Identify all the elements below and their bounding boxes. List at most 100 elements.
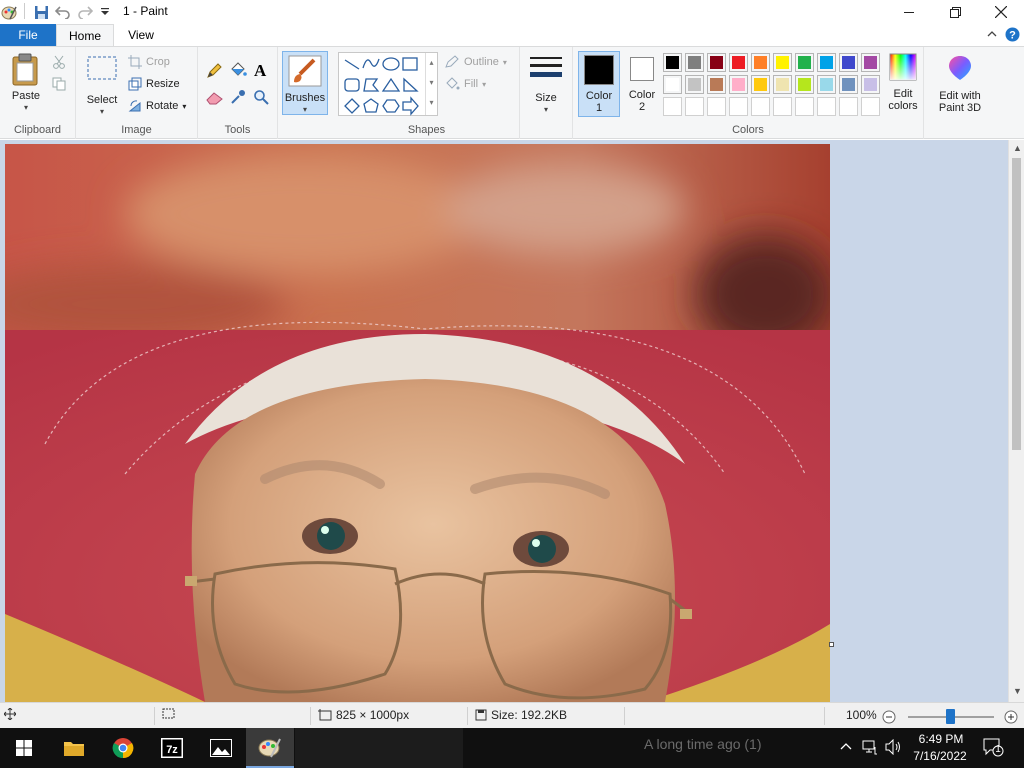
- customize-quick-access-icon[interactable]: [96, 3, 114, 21]
- edit-with-paint3d-button[interactable]: Edit with Paint 3D: [932, 53, 988, 114]
- color2-number: 2: [638, 101, 646, 113]
- custom-color-slot[interactable]: [795, 97, 814, 116]
- paint-app-icon[interactable]: [0, 3, 18, 21]
- custom-color-slot[interactable]: [817, 97, 836, 116]
- taskbar-file-explorer[interactable]: [50, 728, 98, 768]
- pencil-icon[interactable]: [206, 63, 222, 82]
- custom-color-slot[interactable]: [839, 97, 858, 116]
- palette-color-swatch[interactable]: [861, 75, 880, 94]
- palette-color-swatch[interactable]: [839, 53, 858, 72]
- pentagon-shape-icon: [363, 98, 379, 113]
- palette-color-swatch[interactable]: [795, 53, 814, 72]
- palette-color-swatch[interactable]: [751, 53, 770, 72]
- custom-color-slot[interactable]: [685, 97, 704, 116]
- custom-color-slot[interactable]: [861, 97, 880, 116]
- network-icon[interactable]: [862, 739, 878, 758]
- color1-button[interactable]: Color 1: [578, 51, 620, 117]
- palette-color-swatch[interactable]: [773, 75, 792, 94]
- scroll-down-icon[interactable]: ▼: [1013, 686, 1022, 696]
- palette-color-swatch[interactable]: [729, 53, 748, 72]
- custom-color-slot[interactable]: [663, 97, 682, 116]
- size-button[interactable]: Size ▾: [526, 55, 566, 116]
- rotate-button[interactable]: Rotate ▾: [128, 96, 186, 116]
- palette-color-swatch[interactable]: [707, 75, 726, 94]
- collapse-ribbon-icon[interactable]: [986, 28, 998, 43]
- redo-icon[interactable]: [76, 3, 94, 21]
- palette-color-swatch[interactable]: [663, 75, 682, 94]
- select-button[interactable]: Select ▾: [82, 55, 122, 118]
- eraser-icon[interactable]: [206, 91, 223, 108]
- copy-icon[interactable]: [52, 77, 66, 94]
- palette-color-swatch[interactable]: [707, 53, 726, 72]
- zoom-out-icon[interactable]: [882, 710, 896, 727]
- text-tool-icon[interactable]: A: [254, 61, 266, 81]
- custom-color-slot[interactable]: [773, 97, 792, 116]
- photos-icon: [210, 739, 232, 757]
- custom-color-slot[interactable]: [751, 97, 770, 116]
- chrome-icon: [112, 738, 134, 759]
- canvas-workspace[interactable]: [0, 140, 1008, 702]
- help-icon[interactable]: ?: [1005, 27, 1020, 45]
- taskbar-chrome[interactable]: [99, 728, 147, 768]
- shapes-scroll[interactable]: ▴ ▾ ▾: [425, 53, 437, 115]
- start-button[interactable]: [0, 728, 48, 768]
- zoom-slider-thumb[interactable]: [946, 709, 955, 724]
- brushes-button[interactable]: Brushes ▾: [282, 51, 328, 115]
- edit-colors-button[interactable]: Edit colors: [883, 53, 923, 112]
- vertical-scrollbar[interactable]: ▲ ▼: [1008, 140, 1024, 702]
- paste-button[interactable]: Paste ▾: [6, 53, 46, 114]
- outline-button[interactable]: Outline ▾: [444, 52, 507, 72]
- custom-color-slot[interactable]: [729, 97, 748, 116]
- palette-color-swatch[interactable]: [685, 75, 704, 94]
- fill-button[interactable]: Fill ▾: [444, 74, 486, 94]
- resize-button[interactable]: Resize: [128, 74, 180, 94]
- palette-color-swatch[interactable]: [685, 53, 704, 72]
- paste-label: Paste: [11, 90, 41, 102]
- image-canvas[interactable]: [5, 144, 830, 702]
- cut-icon[interactable]: [52, 55, 66, 72]
- tab-home[interactable]: Home: [56, 24, 114, 46]
- color2-button[interactable]: Color 2: [623, 51, 661, 113]
- palette-color-swatch[interactable]: [861, 53, 880, 72]
- clipboard-group: Paste ▾ Clipboard: [0, 47, 76, 139]
- palette-color-swatch[interactable]: [773, 53, 792, 72]
- brush-icon: [288, 55, 322, 87]
- scroll-up-icon[interactable]: ▲: [1013, 143, 1022, 153]
- polygon-shape-icon: [363, 78, 380, 92]
- palette-color-swatch[interactable]: [729, 75, 748, 94]
- palette-color-swatch[interactable]: [795, 75, 814, 94]
- palette-color-swatch[interactable]: [817, 53, 836, 72]
- fill-bucket-icon[interactable]: [229, 62, 247, 81]
- palette-color-swatch[interactable]: [663, 53, 682, 72]
- tab-view[interactable]: View: [118, 24, 164, 46]
- close-button[interactable]: [978, 0, 1024, 24]
- shapes-group: ▴ ▾ ▾ Outline ▾ Fill ▾ Shapes: [334, 47, 520, 139]
- crop-button[interactable]: Crop: [128, 52, 170, 72]
- custom-color-slot[interactable]: [707, 97, 726, 116]
- palette-color-swatch[interactable]: [839, 75, 858, 94]
- clock-date[interactable]: 7/16/2022: [910, 749, 970, 763]
- save-icon[interactable]: [32, 3, 50, 21]
- color-picker-icon[interactable]: [230, 89, 246, 108]
- fill-icon: [446, 77, 460, 90]
- palette-color-swatch[interactable]: [751, 75, 770, 94]
- zoom-in-icon[interactable]: [1004, 710, 1018, 727]
- taskbar-7zip[interactable]: 7z: [148, 728, 196, 768]
- clock-time[interactable]: 6:49 PM: [916, 732, 966, 746]
- undo-icon[interactable]: [54, 3, 72, 21]
- move-cursor-icon: [4, 708, 16, 720]
- show-hidden-icons[interactable]: [840, 740, 852, 754]
- arrow-shape-icon: [402, 96, 419, 116]
- canvas-resize-handle[interactable]: [829, 642, 834, 647]
- magnifier-icon[interactable]: [253, 89, 269, 108]
- outline-pen-icon: [445, 55, 459, 68]
- scrollbar-thumb[interactable]: [1012, 158, 1021, 450]
- volume-icon[interactable]: [885, 738, 903, 758]
- palette-color-swatch[interactable]: [817, 75, 836, 94]
- minimize-button[interactable]: [886, 0, 932, 24]
- restore-button[interactable]: [932, 0, 978, 24]
- taskbar-photos[interactable]: [197, 728, 245, 768]
- taskbar-paint[interactable]: [246, 728, 294, 768]
- outline-label: Outline: [464, 56, 499, 68]
- tab-file[interactable]: File: [0, 24, 56, 46]
